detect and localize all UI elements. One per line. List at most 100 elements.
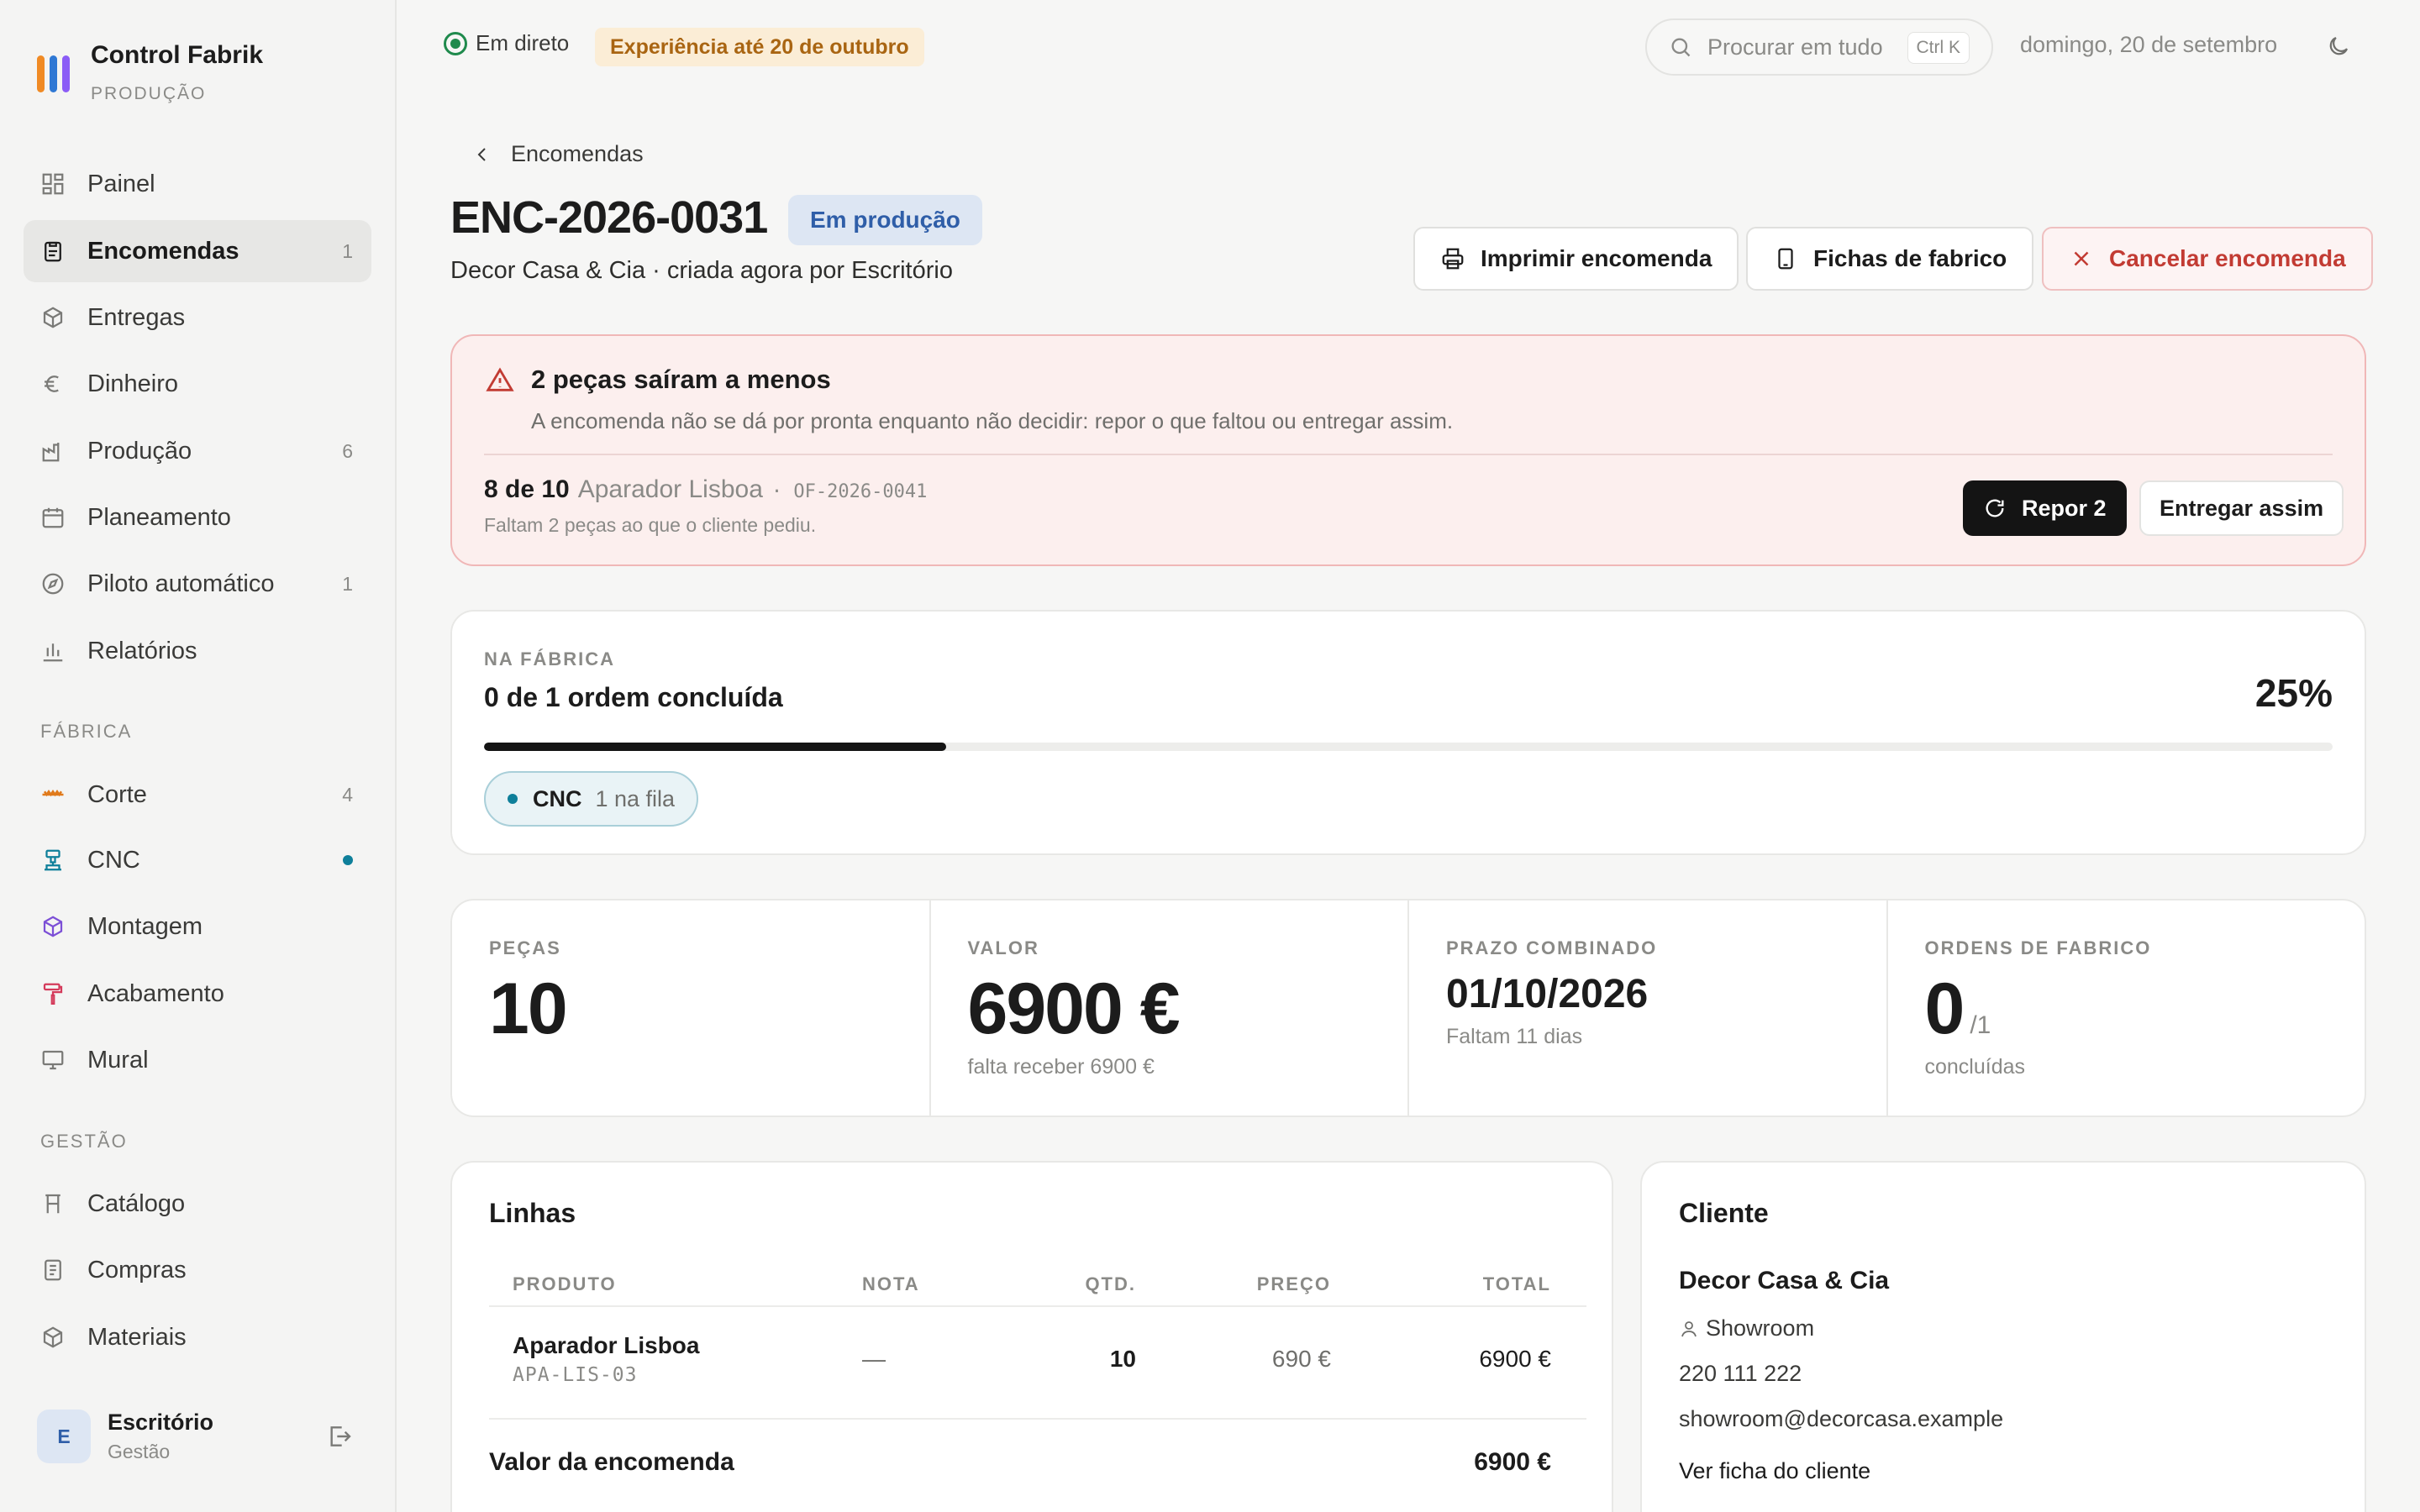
client-contact-name: Showroom	[1706, 1315, 1815, 1341]
progress-bar	[484, 743, 2333, 751]
alert-reference: · OF-2026-0041	[771, 481, 928, 502]
clipboard-icon	[45, 241, 61, 262]
nav-label: Produção	[87, 437, 192, 465]
stat-value: 01/10/2026	[1446, 972, 1649, 1016]
client-email[interactable]: showroom@decorcasa.example	[1679, 1406, 2003, 1432]
search-input[interactable]: Procurar em tudo Ctrl K	[1645, 18, 1993, 76]
bar-chart-icon	[43, 643, 63, 662]
row-product: Aparador Lisboa	[513, 1332, 700, 1358]
station-chip-cnc[interactable]: CNC 1 na fila	[484, 771, 699, 827]
nav-count: 1	[342, 239, 353, 262]
keyboard-shortcut: Ctrl K	[1907, 32, 1970, 64]
nav-label: Catálogo	[87, 1189, 186, 1217]
moon-icon[interactable]	[2326, 34, 2351, 59]
box-icon	[43, 1326, 63, 1348]
divider	[489, 1418, 1586, 1420]
nav-item-producao[interactable]: Produção 6	[24, 420, 371, 482]
restock-button[interactable]: Repor 2	[1963, 480, 2127, 536]
cancel-order-button[interactable]: Cancelar encomenda	[2042, 227, 2373, 291]
nav-item-entregas[interactable]: Entregas	[24, 286, 371, 349]
alert-title: 2 peças saíram a menos	[531, 365, 831, 394]
stat-deadline: PRAZO COMBINADO 01/10/2026 Faltam 11 dia…	[1409, 900, 1888, 1116]
divider	[484, 454, 2333, 455]
search-icon	[1671, 38, 1691, 57]
live-indicator: Em direto	[444, 30, 569, 56]
compass-icon	[42, 573, 64, 595]
status-badge: Em produção	[788, 195, 982, 245]
order-subtitle: Decor Casa & Cia · criada agora por Escr…	[450, 257, 953, 284]
cnc-icon	[45, 849, 61, 871]
stat-pieces: PEÇAS 10	[452, 900, 931, 1116]
view-client-link[interactable]: Ver ficha do cliente	[1679, 1458, 1870, 1484]
logout-icon[interactable]	[326, 1423, 353, 1450]
nav-item-montagem[interactable]: Montagem	[24, 895, 371, 958]
chair-icon	[45, 1194, 60, 1214]
nav-label: Mural	[87, 1046, 149, 1074]
print-order-button[interactable]: Imprimir encomenda	[1413, 227, 1739, 291]
section-title-fabrica: FÁBRICA	[40, 721, 133, 742]
nav-item-corte[interactable]: Corte 4	[24, 764, 371, 826]
production-sheets-button[interactable]: Fichas de fabrico	[1746, 227, 2034, 291]
nav-label: Materiais	[87, 1323, 187, 1351]
brand-subtitle: PRODUÇÃO	[91, 84, 207, 103]
order-total-value: 6900 €	[1474, 1448, 1551, 1476]
nav-label: Dinheiro	[87, 370, 178, 397]
trial-badge[interactable]: Experiência até 20 de outubro	[595, 28, 924, 66]
brand[interactable]: Control Fabrik PRODUÇÃO	[37, 37, 263, 104]
stat-label: PRAZO COMBINADO	[1446, 937, 1658, 958]
shortage-alert: 2 peças saíram a menos A encomenda não s…	[450, 334, 2366, 566]
card-title: Cliente	[1679, 1198, 1769, 1228]
factory-title: 0 de 1 ordem concluída	[484, 682, 783, 712]
nav-item-painel[interactable]: Painel	[24, 153, 371, 215]
nav-item-dinheiro[interactable]: Dinheiro	[24, 353, 371, 415]
nav-label: Corte	[87, 780, 147, 808]
nav-item-materiais[interactable]: Materiais	[24, 1306, 371, 1368]
nav-item-acabamento[interactable]: Acabamento	[24, 963, 371, 1025]
monitor-icon	[42, 1050, 64, 1070]
user-role: Gestão	[108, 1441, 171, 1462]
stat-production-orders: ORDENS DE FABRICO 0/1 concluídas	[1888, 900, 2365, 1116]
button-label: Imprimir encomenda	[1481, 245, 1712, 271]
nav-item-mural[interactable]: Mural	[24, 1029, 371, 1091]
stat-value: 10	[489, 969, 568, 1049]
person-icon	[1681, 1320, 1697, 1336]
paint-roller-icon	[43, 983, 63, 1005]
user-profile[interactable]: E Escritório Gestão	[37, 1410, 353, 1463]
avatar: E	[37, 1410, 91, 1463]
progress-fill	[484, 743, 946, 751]
calendar-icon	[42, 507, 64, 528]
receipt-icon	[45, 1259, 61, 1281]
box-icon	[43, 307, 63, 328]
current-date: domingo, 20 de setembro	[2020, 32, 2278, 57]
stat-value: 6900 €	[967, 969, 1181, 1049]
nav-label: Relatórios	[87, 637, 197, 664]
stat-label: VALOR	[967, 937, 1039, 958]
nav-item-cnc[interactable]: CNC	[24, 829, 371, 891]
factory-progress-card: NA FÁBRICA 0 de 1 ordem concluída 25% CN…	[450, 610, 2366, 855]
nav-item-planeamento[interactable]: Planeamento	[24, 486, 371, 549]
nav-item-catalogo[interactable]: Catálogo	[24, 1173, 371, 1235]
client-name: Decor Casa & Cia	[1679, 1267, 1890, 1294]
printer-icon	[1442, 248, 1464, 270]
nav-item-relatorios[interactable]: Relatórios	[24, 620, 371, 682]
nav-item-piloto-automatico[interactable]: Piloto automático 1	[24, 553, 371, 615]
deliver-anyway-button[interactable]: Entregar assim	[2139, 480, 2344, 536]
nav-count: 1	[342, 572, 353, 595]
alert-product: Aparador Lisboa	[577, 475, 763, 503]
column-header-qty: QTD.	[1085, 1273, 1136, 1294]
chip-station: CNC	[533, 785, 582, 811]
section-title-gestao: GESTÃO	[40, 1131, 128, 1152]
user-name: Escritório	[108, 1410, 214, 1435]
nav-item-encomendas[interactable]: Encomendas 1	[24, 220, 371, 282]
card-title: Linhas	[489, 1198, 576, 1228]
nav-item-compras[interactable]: Compras	[24, 1239, 371, 1301]
column-header-total: TOTAL	[1482, 1273, 1551, 1294]
breadcrumb-back[interactable]: Encomendas	[472, 141, 644, 167]
search-placeholder: Procurar em tudo	[1707, 34, 1883, 60]
brand-name: Control Fabrik	[91, 41, 264, 69]
button-label: Repor 2	[2022, 495, 2107, 521]
stat-subtext: falta receber 6900 €	[967, 1055, 1155, 1079]
stat-label: ORDENS DE FABRICO	[1924, 937, 2152, 958]
stat-of-total: /1	[1970, 1011, 1991, 1039]
alert-quantity: 8 de 10	[484, 475, 570, 503]
